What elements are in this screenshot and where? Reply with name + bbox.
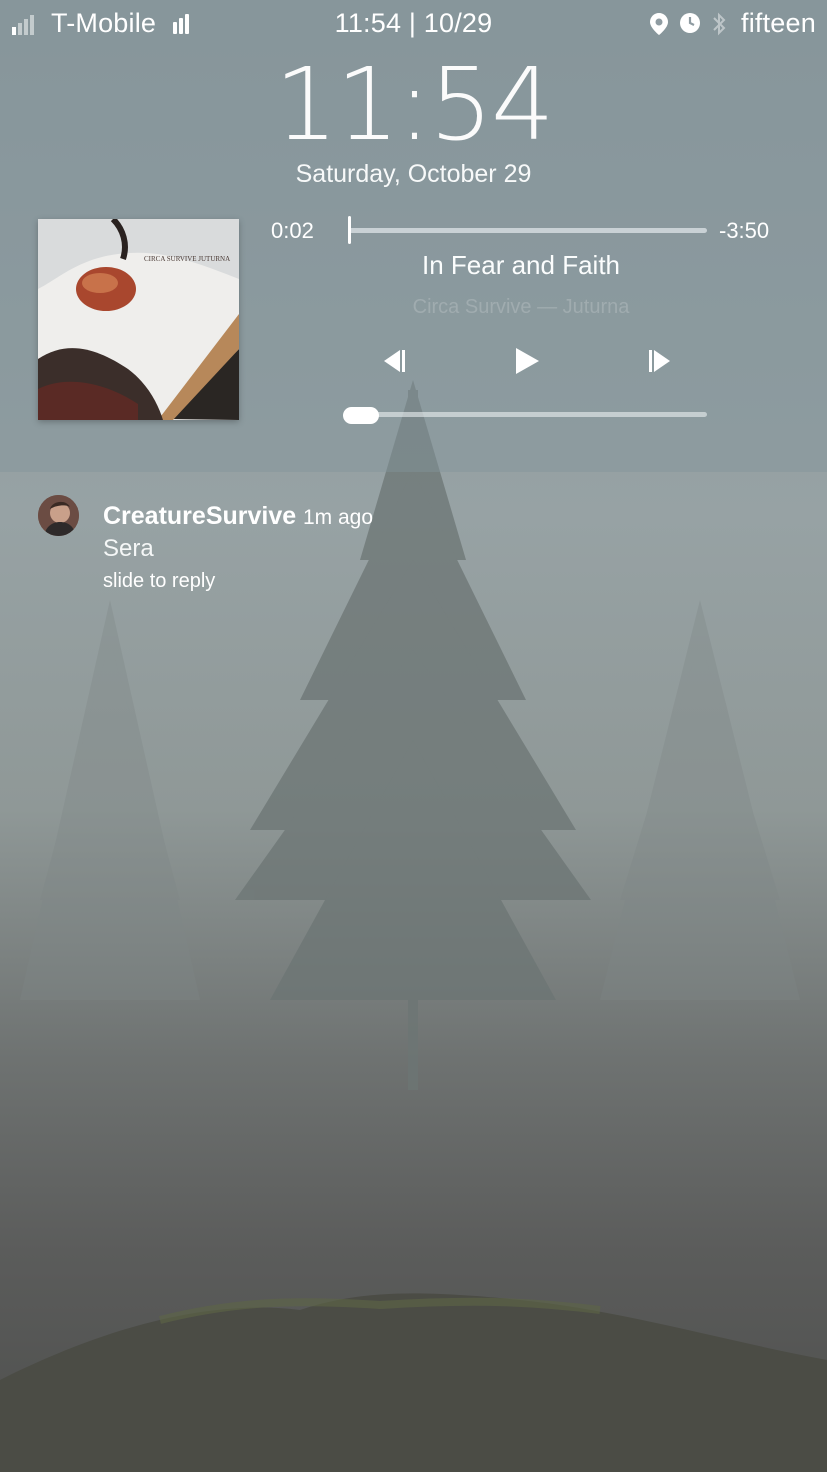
- progress-knob[interactable]: [348, 216, 351, 244]
- previous-icon: [384, 350, 405, 372]
- volume-knob[interactable]: [343, 407, 379, 424]
- avatar: [38, 495, 79, 536]
- lockscreen-clock: 11:54: [274, 46, 554, 163]
- previous-button[interactable]: [381, 346, 411, 376]
- lockscreen-date: Saturday, October 29: [295, 160, 532, 188]
- battery-label: fifteen: [741, 8, 816, 38]
- status-bar: T-Mobile 11:54 | 10/29 fifteen: [0, 0, 827, 48]
- song-title: In Fear and Faith: [422, 250, 620, 280]
- notification-sender: CreatureSurvive: [103, 502, 297, 530]
- volume-slider[interactable]: [345, 412, 707, 417]
- album-art-text: CIRCA SURVIVE JUTURNA: [144, 255, 230, 263]
- play-button[interactable]: [512, 346, 542, 376]
- progress-track[interactable]: [348, 228, 707, 233]
- notification-time: 1m ago: [303, 506, 374, 529]
- bluetooth-icon: [711, 12, 727, 41]
- next-button[interactable]: [646, 346, 676, 376]
- location-icon: [650, 13, 668, 40]
- album-art[interactable]: CIRCA SURVIVE JUTURNA: [38, 219, 239, 420]
- slide-to-reply[interactable]: slide to reply: [103, 570, 215, 593]
- notification-message: Sera: [103, 535, 154, 562]
- artist-album: Circa Survive — Juturna: [412, 296, 630, 318]
- next-icon: [649, 350, 670, 372]
- play-icon: [516, 348, 539, 374]
- elapsed-time: 0:02: [271, 218, 314, 243]
- status-time-date: 11:54 | 10/29: [334, 8, 493, 38]
- alarm-icon: [680, 13, 700, 38]
- remaining-time: -3:50: [719, 218, 770, 243]
